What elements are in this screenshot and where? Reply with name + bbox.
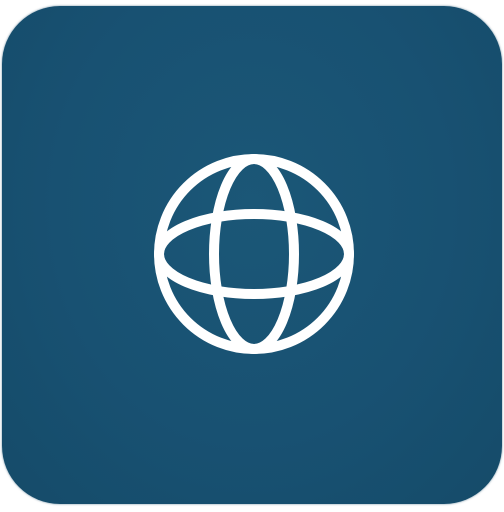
- globe-icon: [152, 152, 356, 356]
- app-icon[interactable]: [2, 6, 502, 504]
